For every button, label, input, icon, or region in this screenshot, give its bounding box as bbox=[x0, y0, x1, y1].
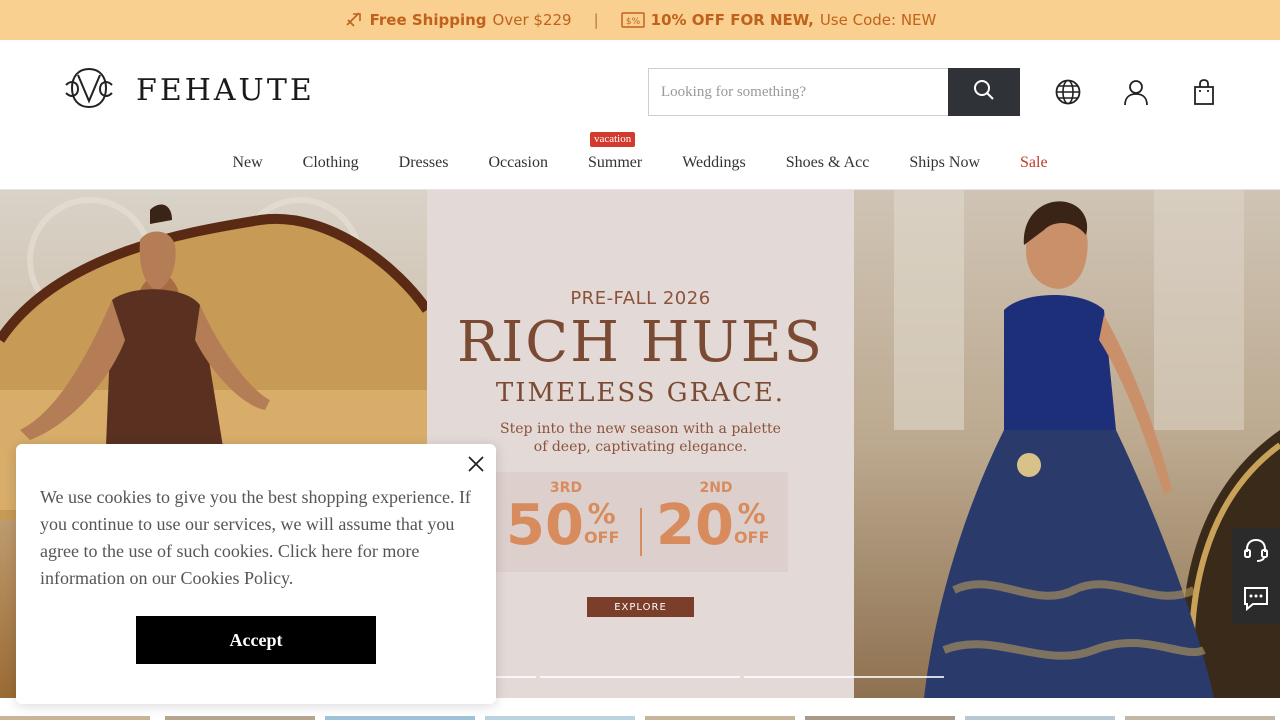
vacation-badge: vacation bbox=[589, 132, 636, 147]
discount-label: 10% OFF FOR NEW, bbox=[650, 11, 814, 29]
offer-third-item: 3RD 50 % OFF bbox=[506, 480, 636, 556]
nav-item-summer[interactable]: Summer vacation bbox=[568, 132, 662, 172]
offer1-percent: % bbox=[587, 497, 616, 530]
offer-divider bbox=[640, 508, 642, 556]
offer-second-item: 2ND 20 % OFF bbox=[656, 480, 786, 556]
nav-item-weddings[interactable]: Weddings bbox=[662, 154, 766, 172]
plane-icon bbox=[344, 10, 364, 30]
offer2-percent: % bbox=[737, 497, 766, 530]
chat-button[interactable] bbox=[1232, 576, 1280, 624]
globe-icon[interactable] bbox=[1054, 78, 1082, 106]
promo-separator: | bbox=[593, 11, 599, 29]
thumbnail[interactable] bbox=[1125, 716, 1275, 720]
free-shipping-condition: Over $229 bbox=[492, 11, 572, 29]
site-header: FEHAUTE New Clothing Dresses Occasion Su… bbox=[0, 40, 1280, 190]
thumbnail[interactable] bbox=[165, 716, 315, 720]
promo-bar: Free Shipping Over $229 | $% 10% OFF FOR… bbox=[0, 0, 1280, 40]
nav-item-occasion[interactable]: Occasion bbox=[468, 154, 568, 172]
nav-item-dresses[interactable]: Dresses bbox=[379, 154, 469, 172]
customer-support-button[interactable] bbox=[1232, 528, 1280, 576]
offer1-off: OFF bbox=[583, 528, 620, 547]
hero-image-right bbox=[854, 190, 1280, 698]
offer2-off: OFF bbox=[733, 528, 770, 547]
shopping-bag-icon[interactable] bbox=[1190, 78, 1218, 106]
thumbnail-strip bbox=[0, 716, 1280, 720]
accept-cookies-button[interactable]: Accept bbox=[136, 616, 376, 664]
search-input[interactable] bbox=[648, 68, 948, 116]
brand-logo[interactable]: FEHAUTE bbox=[64, 67, 315, 114]
headset-support-icon bbox=[1242, 536, 1270, 569]
thumbnail[interactable] bbox=[965, 716, 1115, 720]
chat-icon bbox=[1242, 584, 1270, 617]
nav-item-new[interactable]: New bbox=[212, 154, 282, 172]
free-shipping-promo[interactable]: Free Shipping Over $229 bbox=[344, 10, 572, 30]
coupon-icon: $% bbox=[620, 11, 645, 29]
logo-emblem-icon bbox=[64, 67, 114, 114]
free-shipping-label: Free Shipping bbox=[369, 11, 487, 29]
search-bar bbox=[648, 68, 1020, 116]
main-nav: New Clothing Dresses Occasion Summer vac… bbox=[0, 132, 1280, 190]
hero-pre-title: PRE-FALL 2026 bbox=[570, 288, 711, 309]
logo-wordmark: FEHAUTE bbox=[136, 73, 315, 108]
carousel-indicator-2[interactable] bbox=[540, 676, 740, 678]
thumbnail[interactable] bbox=[0, 716, 150, 720]
new-customer-promo[interactable]: $% 10% OFF FOR NEW, Use Code: NEW bbox=[620, 11, 937, 29]
thumbnail[interactable] bbox=[485, 716, 635, 720]
search-button[interactable] bbox=[948, 68, 1020, 116]
thumbnail[interactable] bbox=[645, 716, 795, 720]
carousel-indicator-3[interactable] bbox=[744, 676, 944, 678]
cookie-consent-dialog: We use cookies to give you the best shop… bbox=[16, 444, 496, 704]
offer1-value: 50 bbox=[506, 493, 584, 558]
close-icon[interactable] bbox=[466, 454, 486, 474]
hero-subtitle: TIMELESS GRACE. bbox=[495, 378, 786, 408]
nav-item-shoes-acc[interactable]: Shoes & Acc bbox=[766, 154, 890, 172]
search-icon bbox=[973, 79, 995, 106]
offer2-value: 20 bbox=[656, 493, 734, 558]
nav-item-clothing[interactable]: Clothing bbox=[283, 154, 379, 172]
cookie-message: We use cookies to give you the best shop… bbox=[40, 487, 471, 588]
nav-item-ships-now[interactable]: Ships Now bbox=[889, 154, 1000, 172]
discount-code: Use Code: NEW bbox=[819, 11, 937, 29]
hero-title: RICH HUES bbox=[456, 310, 825, 375]
user-icon[interactable] bbox=[1122, 78, 1150, 106]
nav-label-summer: Summer bbox=[587, 154, 643, 171]
explore-button[interactable]: EXPLORE bbox=[587, 597, 694, 617]
hero-description-line-1: Step into the new season with a palette bbox=[500, 421, 781, 437]
nav-item-sale[interactable]: Sale bbox=[1000, 154, 1068, 172]
svg-text:$%: $% bbox=[626, 17, 641, 27]
thumbnail[interactable] bbox=[805, 716, 955, 720]
thumbnail[interactable] bbox=[325, 716, 475, 720]
